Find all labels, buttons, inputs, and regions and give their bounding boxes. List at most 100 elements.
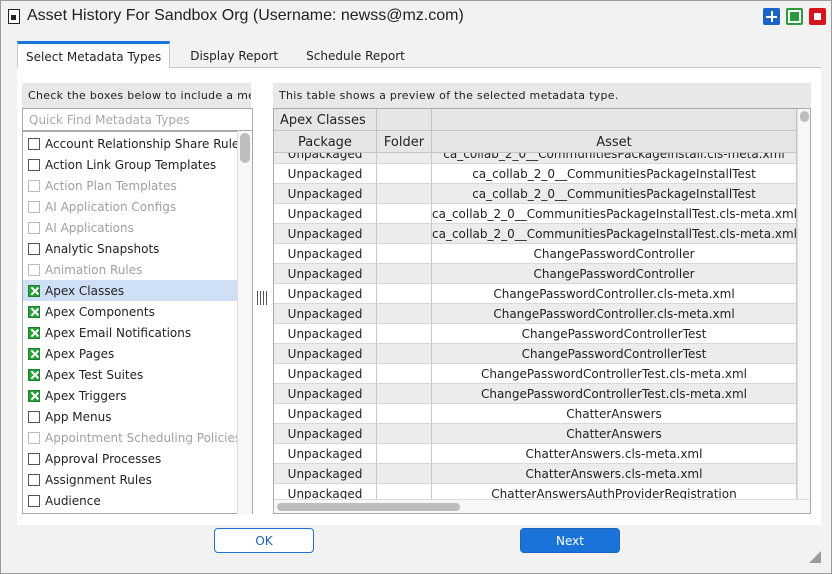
checkbox[interactable] [28, 242, 40, 255]
tab-bar: Select Metadata Types Display Report Sch… [17, 41, 425, 68]
metadata-type-item[interactable]: Audience [23, 490, 237, 511]
checkbox[interactable] [28, 158, 40, 171]
checkbox [28, 179, 40, 192]
panel-splitter-handle[interactable] [257, 291, 267, 305]
folder-cell [377, 444, 432, 464]
table-horizontal-scrollbar[interactable] [274, 499, 810, 513]
asset-cell: ChangePasswordControllerTest.cls-meta.xm… [432, 364, 797, 384]
metadata-type-item: Action Plan Templates [23, 175, 237, 196]
table-row[interactable]: Unpackaged ca_collab_2_0__CommunitiesPack… [274, 164, 797, 184]
metadata-type-item[interactable]: Apex Pages [23, 343, 237, 364]
metadata-type-item[interactable]: App Menus [23, 406, 237, 427]
asset-cell: ChangePasswordControllerTest [432, 324, 797, 344]
asset-cell: ChangePasswordController.cls-meta.xml [432, 304, 797, 324]
checked-checkbox[interactable] [28, 305, 40, 318]
tab-select-metadata-types[interactable]: Select Metadata Types [17, 41, 171, 68]
table-row[interactable]: Unpackaged ChangePasswordControllerTest [274, 344, 797, 364]
title-bar: Asset History For Sandbox Org (Username:… [1, 1, 831, 31]
checked-checkbox[interactable] [28, 284, 40, 297]
folder-cell [377, 284, 432, 304]
next-button[interactable]: Next [520, 528, 620, 553]
resize-grip-icon[interactable] [807, 549, 821, 563]
metadata-type-label: Apex Test Suites [45, 367, 144, 382]
checkbox[interactable] [28, 473, 40, 486]
metadata-type-item[interactable]: Approval Processes [23, 448, 237, 469]
close-button[interactable] [809, 8, 826, 25]
table-row[interactable]: Unpackaged ChatterAnswers [274, 424, 797, 444]
tab-display-report[interactable]: Display Report [182, 41, 286, 68]
table-row[interactable]: Unpackaged ChatterAnswers.cls-meta.xml [274, 464, 797, 484]
package-cell: Unpackaged [274, 464, 377, 484]
table-row[interactable]: Unpackaged ChangePasswordControllerTest.c… [274, 364, 797, 384]
table-row[interactable]: Unpackaged ca_collab_2_0__CommunitiesPack… [274, 153, 797, 164]
asset-cell: ca_collab_2_0__CommunitiesPackageInstall… [432, 204, 797, 224]
scrollbar-thumb[interactable] [800, 111, 809, 122]
scrollbar-thumb[interactable] [240, 133, 250, 163]
column-header-folder[interactable]: Folder [377, 131, 432, 153]
package-cell: Unpackaged [274, 164, 377, 184]
table-row[interactable]: Unpackaged ChangePasswordController [274, 244, 797, 264]
package-cell: Unpackaged [274, 264, 377, 284]
scrollbar-thumb[interactable] [277, 503, 460, 511]
table-row[interactable]: Unpackaged ChatterAnswersAuthProviderRegi… [274, 484, 797, 499]
checked-checkbox[interactable] [28, 326, 40, 339]
asset-cell: ChangePasswordControllerTest [432, 344, 797, 364]
table-row[interactable]: Unpackaged ca_collab_2_0__CommunitiesPack… [274, 204, 797, 224]
metadata-type-item[interactable]: Apex Email Notifications [23, 322, 237, 343]
column-header-asset[interactable]: Asset [432, 131, 797, 153]
preview-table: Apex Classes Package Folder Asset Unpack… [273, 108, 811, 514]
table-row[interactable]: Unpackaged ChangePasswordController.cls-m… [274, 304, 797, 324]
metadata-type-item[interactable]: Account Relationship Share Rules [23, 133, 246, 154]
checked-checkbox[interactable] [28, 389, 40, 402]
checkbox[interactable] [28, 452, 40, 465]
asset-cell: ChangePasswordController [432, 244, 797, 264]
metadata-type-item[interactable]: Apex Components [23, 301, 237, 322]
metadata-type-item[interactable]: Apex Classes [23, 280, 237, 301]
folder-cell [377, 304, 432, 324]
metadata-list-scrollbar[interactable] [237, 131, 252, 514]
metadata-type-label: Action Link Group Templates [45, 157, 217, 172]
table-row[interactable]: Unpackaged ChangePasswordController.cls-m… [274, 284, 797, 304]
checked-checkbox[interactable] [28, 368, 40, 381]
table-vertical-scrollbar[interactable] [797, 109, 810, 499]
metadata-type-label: Audience [45, 493, 101, 508]
table-row[interactable]: Unpackaged ca_collab_2_0__CommunitiesPack… [274, 184, 797, 204]
table-body: Unpackaged ca_collab_2_0__CommunitiesPack… [274, 153, 797, 499]
checked-checkbox[interactable] [28, 347, 40, 360]
metadata-type-label: Action Plan Templates [45, 178, 177, 193]
document-icon [8, 9, 20, 24]
asset-history-window: Asset History For Sandbox Org (Username:… [0, 0, 832, 574]
ok-button[interactable]: OK [214, 528, 314, 553]
package-cell: Unpackaged [274, 244, 377, 264]
checkbox[interactable] [28, 494, 40, 507]
metadata-type-item[interactable]: Apex Triggers [23, 385, 237, 406]
window-title: Asset History For Sandbox Org (Username:… [27, 7, 464, 24]
metadata-type-label: Apex Email Notifications [45, 325, 192, 340]
column-header-package[interactable]: Package [274, 131, 377, 153]
group-header-blank [432, 109, 797, 131]
asset-cell: ChatterAnswers [432, 424, 797, 444]
table-row[interactable]: Unpackaged ca_collab_2_0__CommunitiesPack… [274, 224, 797, 244]
folder-cell [377, 464, 432, 484]
table-row[interactable]: Unpackaged ChatterAnswers.cls-meta.xml [274, 444, 797, 464]
add-window-button[interactable] [763, 8, 780, 25]
metadata-type-item[interactable]: Analytic Snapshots [23, 238, 237, 259]
metadata-type-item[interactable]: Apex Test Suites [23, 364, 237, 385]
metadata-search-input[interactable] [22, 108, 253, 131]
checkbox[interactable] [28, 137, 40, 150]
package-cell: Unpackaged [274, 304, 377, 324]
maximize-button[interactable] [786, 8, 803, 25]
metadata-type-label: Analytic Snapshots [45, 241, 160, 256]
table-row[interactable]: Unpackaged ChatterAnswers [274, 404, 797, 424]
metadata-type-list: Account Relationship Share Rules Action L… [22, 131, 253, 514]
checkbox [28, 263, 40, 276]
table-row[interactable]: Unpackaged ChangePasswordControllerTest.c… [274, 384, 797, 404]
tab-schedule-report[interactable]: Schedule Report [298, 41, 413, 68]
checkbox[interactable] [28, 410, 40, 423]
table-row[interactable]: Unpackaged ChangePasswordControllerTest [274, 324, 797, 344]
folder-cell [377, 204, 432, 224]
table-row[interactable]: Unpackaged ChangePasswordController [274, 264, 797, 284]
metadata-type-item[interactable]: Assignment Rules [23, 469, 237, 490]
metadata-type-item[interactable]: Action Link Group Templates [23, 154, 237, 175]
folder-cell [377, 384, 432, 404]
